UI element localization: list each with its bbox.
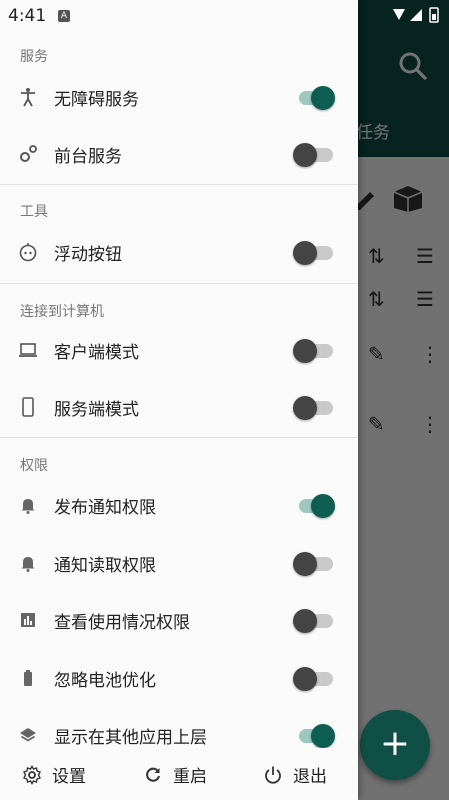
item-floating-button[interactable]: 浮动按钮 [0, 224, 358, 280]
section-connect-computer: 连接到计算机 [20, 304, 104, 320]
item-label: 发布通知权限 [54, 498, 156, 518]
floating-button-toggle[interactable] [293, 240, 335, 265]
server-mode-toggle[interactable] [293, 395, 335, 420]
foreground-toggle[interactable] [293, 142, 335, 167]
item-usage-access-permission[interactable]: 查看使用情况权限 [0, 592, 358, 648]
floating-button-icon [18, 242, 38, 262]
gears-icon [18, 144, 38, 164]
item-client-mode[interactable]: 客户端模式 [0, 322, 358, 378]
navigation-drawer: 服务 无障碍服务 前台服务 工具 浮动按钮 连接到计算机 客户端模式 服务端模式… [0, 0, 358, 800]
laptop-icon [18, 340, 38, 360]
item-label: 通知读取权限 [54, 556, 156, 576]
item-post-notification-permission[interactable]: 发布通知权限 [0, 477, 358, 533]
divider [0, 283, 358, 284]
item-label: 浮动按钮 [54, 245, 122, 265]
status-icons [392, 6, 440, 28]
power-icon [263, 765, 283, 785]
bell-icon [18, 553, 38, 573]
exit-label: 退出 [293, 767, 327, 787]
divider [0, 437, 358, 438]
section-tools: 工具 [20, 204, 48, 220]
phone-icon [18, 397, 38, 417]
bell-icon [18, 495, 38, 515]
settings-button[interactable]: 设置 [22, 762, 86, 787]
item-read-notification-permission[interactable]: 通知读取权限 [0, 535, 358, 591]
restart-label: 重启 [173, 767, 207, 787]
restart-button[interactable]: 重启 [143, 762, 207, 787]
accessibility-toggle[interactable] [293, 85, 335, 110]
client-mode-toggle[interactable] [293, 338, 335, 363]
gear-icon [22, 765, 42, 785]
exit-button[interactable]: 退出 [263, 762, 327, 787]
battery-icon [18, 668, 38, 688]
usage-access-toggle[interactable] [293, 608, 335, 633]
status-time: 4:41 [8, 6, 47, 26]
item-accessibility-service[interactable]: 无障碍服务 [0, 69, 358, 125]
refresh-icon [143, 765, 163, 785]
item-server-mode[interactable]: 服务端模式 [0, 379, 358, 435]
item-ignore-battery-optimization[interactable]: 忽略电池优化 [0, 650, 358, 706]
notification-badge: A [58, 10, 70, 22]
overlay-toggle[interactable] [293, 723, 335, 748]
section-permissions: 权限 [20, 458, 48, 474]
accessibility-icon [18, 87, 38, 107]
battery-optimization-toggle[interactable] [293, 666, 335, 691]
item-label: 无障碍服务 [54, 90, 139, 110]
post-notification-toggle[interactable] [293, 493, 335, 518]
item-label: 服务端模式 [54, 400, 139, 420]
item-label: 客户端模式 [54, 343, 139, 363]
item-label: 忽略电池优化 [54, 671, 156, 691]
divider [0, 184, 358, 185]
bar-chart-icon [18, 610, 38, 630]
item-foreground-service[interactable]: 前台服务 [0, 126, 358, 182]
layers-icon [18, 725, 38, 745]
item-label: 前台服务 [54, 147, 122, 167]
item-label: 查看使用情况权限 [54, 613, 190, 633]
section-services: 服务 [20, 49, 48, 65]
settings-label: 设置 [52, 767, 86, 787]
read-notification-toggle[interactable] [293, 551, 335, 576]
add-fab-button[interactable]: + [360, 710, 430, 780]
item-label: 显示在其他应用上层 [54, 728, 207, 748]
drawer-bottom-bar: 设置 重启 退出 [0, 748, 358, 800]
status-bar: 4:41 A [0, 0, 449, 30]
